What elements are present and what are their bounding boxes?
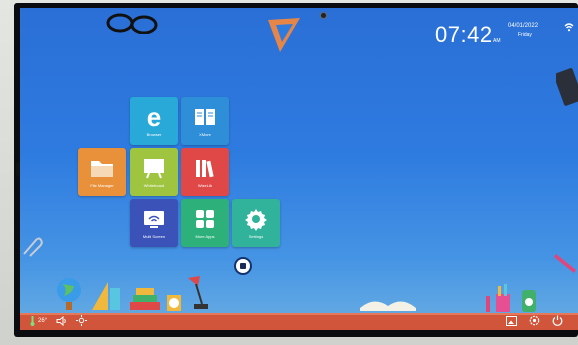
- temperature-indicator: 26°: [30, 315, 48, 326]
- browser-e-icon: e: [140, 105, 168, 129]
- app-whiteboard[interactable]: Whiteboard: [130, 148, 178, 196]
- settings-gear-icon[interactable]: [529, 315, 540, 326]
- open-book-decoration-icon: [360, 301, 416, 311]
- app-wizelib[interactable]: WizeLib: [181, 148, 229, 196]
- desk-lamp-decoration-icon: [188, 276, 208, 309]
- pencil-decoration-icon: [554, 254, 576, 273]
- globe-decoration-icon: [57, 278, 81, 310]
- thermometer-icon: [30, 315, 35, 326]
- home-screen: e Browser XMore File Manager Whiteboard …: [20, 8, 578, 330]
- app-label: Whiteboard: [143, 183, 165, 188]
- gear-icon: [242, 207, 270, 231]
- glasses-decoration-icon: [106, 13, 158, 34]
- app-xmore[interactable]: XMore: [181, 97, 229, 145]
- app-label: Multi Screen: [142, 234, 166, 239]
- grid-icon: [191, 207, 219, 231]
- app-multi-screen[interactable]: Multi Screen: [130, 199, 178, 247]
- floating-home-button[interactable]: [236, 259, 250, 273]
- books-stack-decoration-icon: [130, 288, 160, 310]
- clock-date: 04/01/2022: [508, 23, 539, 29]
- app-browser[interactable]: e Browser: [130, 97, 178, 145]
- app-label: More Apps: [195, 234, 215, 239]
- pencil-cup-decoration-icon: [486, 284, 536, 312]
- taskbar-right-group: [506, 315, 563, 326]
- app-label: Settings: [248, 234, 264, 239]
- ruler-set-decoration-icon: [92, 282, 120, 310]
- app-label: File Manager: [90, 183, 114, 188]
- clock-day: Friday: [518, 32, 532, 38]
- brightness-icon[interactable]: [76, 315, 88, 326]
- app-label: XMore: [199, 132, 211, 137]
- book-icon: [191, 105, 219, 129]
- folder-icon: [88, 156, 116, 180]
- power-icon[interactable]: [552, 315, 563, 326]
- svg-text:e: e: [147, 105, 161, 129]
- wifi-status-icon: [564, 23, 574, 34]
- temperature-value: 26°: [38, 317, 48, 324]
- taskbar-left-group: 26°: [30, 315, 88, 326]
- volume-icon[interactable]: [56, 315, 67, 326]
- calculator-decoration-icon: [556, 68, 578, 106]
- app-more-apps[interactable]: More Apps: [181, 199, 229, 247]
- clock-time: 07:42: [435, 22, 493, 47]
- camera: [320, 12, 327, 19]
- clock-decoration-icon: [167, 295, 181, 311]
- taskbar-shelf: [20, 313, 578, 330]
- app-label: WizeLib: [197, 183, 213, 188]
- app-label: Browser: [146, 132, 162, 137]
- clock-ampm: AM: [493, 38, 501, 44]
- whiteboard-icon: [140, 156, 168, 180]
- paperclip-decoration-icon: [23, 237, 43, 257]
- screenshot-gallery-icon[interactable]: [506, 315, 517, 326]
- wifi-screen-icon: [140, 207, 168, 231]
- app-settings[interactable]: Settings: [232, 199, 280, 247]
- set-square-decoration-icon: [268, 18, 300, 52]
- library-icon: [191, 156, 219, 180]
- app-file-manager[interactable]: File Manager: [78, 148, 126, 196]
